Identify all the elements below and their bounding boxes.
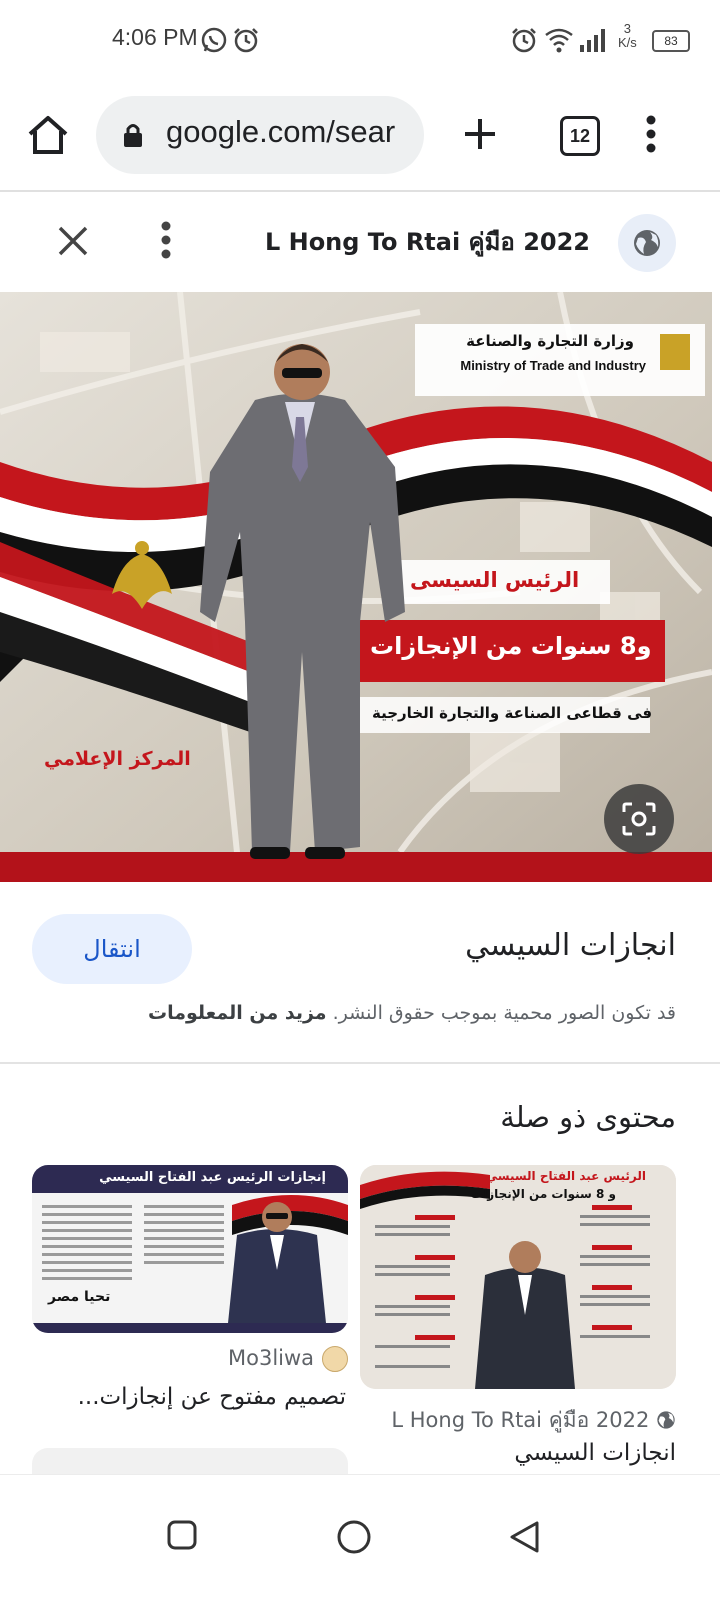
browser-toolbar: google.com/sear 12 (0, 88, 720, 184)
lock-icon (122, 122, 144, 152)
alarm-icon (232, 26, 260, 58)
related-thumbnail-2-art (32, 1165, 348, 1333)
overflow-menu-icon (646, 115, 656, 153)
whatsapp-icon (200, 26, 228, 58)
more-options-button[interactable] (160, 220, 172, 264)
recents-square-icon (167, 1520, 197, 1550)
learn-more-link[interactable]: مزيد من المعلومات (148, 1002, 327, 1024)
overflow-menu-button[interactable] (646, 114, 656, 158)
related-thumbnail-1-caption-2: و 8 سنوات من الإنجازات (471, 1187, 616, 1201)
signal-icon (578, 26, 606, 58)
home-circle-icon (337, 1520, 371, 1554)
related-thumbnail-1[interactable]: الرئيس عبد الفتاح السيسي و 8 سنوات من ال… (360, 1165, 676, 1389)
home-nav-button[interactable] (336, 1519, 372, 1559)
ministry-name-en: Ministry of Trade and Industry (460, 358, 646, 373)
section-divider (0, 1062, 720, 1064)
battery-icon: 83 (652, 30, 690, 52)
visit-button[interactable]: انتقال (32, 914, 192, 984)
system-navigation-bar (0, 1474, 720, 1601)
net-speed: 3 K/s (618, 21, 637, 50)
plus-icon (465, 119, 495, 149)
back-button[interactable] (508, 1519, 542, 1559)
ministry-name-ar: وزارة التجارة والصناعة (466, 332, 634, 350)
recents-button[interactable] (166, 1519, 198, 1555)
tab-switcher-button[interactable]: 12 (560, 116, 600, 156)
source-title[interactable]: L Hong To Rtai คู่มือ 2022 (265, 222, 590, 261)
related-thumbnail-2-caption-1: إنجازات الرئيس عبد الفتاح السيسي (99, 1170, 326, 1185)
related-thumbnail-1-caption-1: الرئيس عبد الفتاح السيسي (485, 1169, 646, 1183)
url-text: google.com/sear (166, 114, 396, 149)
source-favicon-button[interactable] (618, 214, 676, 272)
more-vert-icon (161, 221, 171, 259)
related-item-2-title[interactable]: تصميم مفتوح عن إنجازات... (78, 1384, 346, 1410)
status-bar: 4:06 PM 3 K/s 83 (0, 0, 720, 80)
lens-search-button[interactable] (604, 784, 674, 854)
wifi-icon (544, 26, 574, 58)
hero-headline-3: فى قطاعى الصناعة والتجارة الخارجية (372, 704, 653, 722)
hero-headline-2: و8 سنوات من الإنجازات (370, 632, 652, 660)
copyright-notice: قد تكون الصور محمية بموجب حقوق النشر. مز… (148, 1002, 676, 1024)
close-icon (58, 226, 88, 256)
hero-footer-label: المركز الإعلامي (44, 748, 191, 770)
image-viewer-header: L Hong To Rtai คู่มือ 2022 (0, 192, 720, 292)
globe-icon (657, 1411, 675, 1429)
back-triangle-icon (510, 1521, 539, 1553)
new-tab-button[interactable] (462, 116, 498, 156)
related-item-1-title[interactable]: انجازات السيسي (514, 1440, 676, 1466)
hero-headline-1: الرئيس السيسى (410, 568, 580, 592)
source-avatar-icon (322, 1346, 348, 1372)
alarm-icon (510, 26, 538, 58)
related-thumbnail-2-caption-2: تحيا مصر (48, 1289, 111, 1305)
related-thumbnail-3-partial[interactable] (32, 1448, 348, 1474)
close-button[interactable] (56, 224, 90, 262)
related-content-heading: محتوى ذو صلة (500, 1100, 676, 1134)
result-title: انجازات السيسي (465, 928, 676, 963)
related-item-2-source: Mo3liwa (228, 1346, 315, 1370)
lens-icon (622, 802, 656, 836)
home-button[interactable] (24, 112, 72, 160)
globe-icon (634, 230, 660, 256)
address-bar[interactable]: google.com/sear (96, 96, 424, 174)
related-item-1-source: L Hong To Rtai คู่มือ 2022 (391, 1404, 676, 1437)
related-thumbnail-2[interactable]: إنجازات الرئيس عبد الفتاح السيسي تحيا مص… (32, 1165, 348, 1333)
main-result-image[interactable]: وزارة التجارة والصناعة Ministry of Trade… (0, 292, 712, 882)
home-icon (28, 116, 68, 154)
copyright-text: قد تكون الصور محمية بموجب حقوق النشر. (332, 1002, 676, 1024)
hero-artwork (0, 292, 712, 882)
status-time: 4:06 PM (112, 24, 198, 50)
